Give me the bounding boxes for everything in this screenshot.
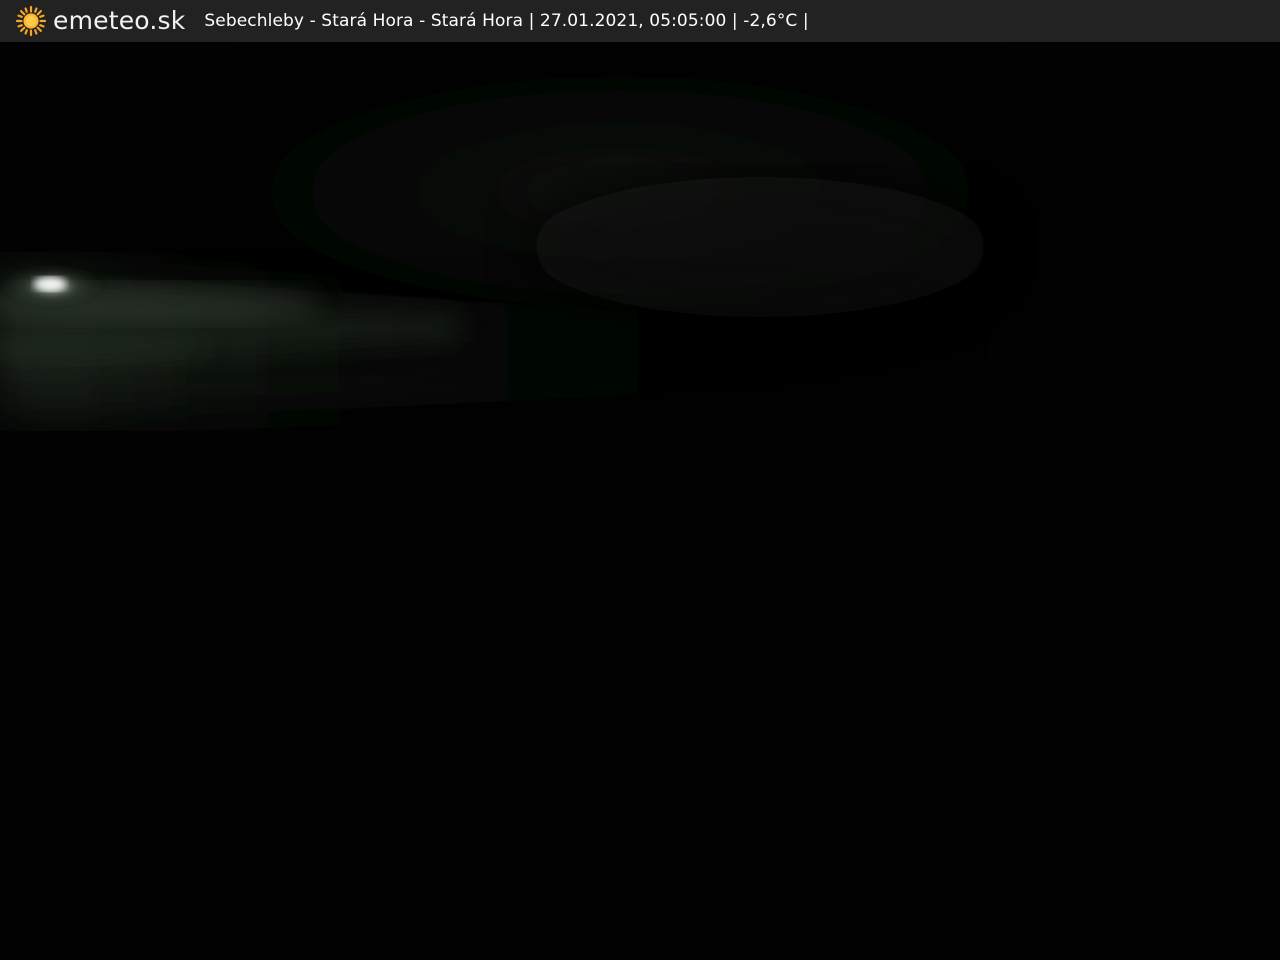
sun-icon xyxy=(15,5,47,37)
night-landscape xyxy=(0,42,1280,960)
caption-bar: emeteo.sk Sebechleby - Stará Hora - Star… xyxy=(0,0,1280,42)
brand-name: emeteo.sk xyxy=(53,6,186,35)
emeteo-logo: emeteo.sk xyxy=(15,0,185,42)
camera-caption: Sebechleby - Stará Hora - Stará Hora | 2… xyxy=(204,11,809,31)
webcam-frame: emeteo.sk Sebechleby - Stará Hora - Star… xyxy=(0,0,1280,960)
